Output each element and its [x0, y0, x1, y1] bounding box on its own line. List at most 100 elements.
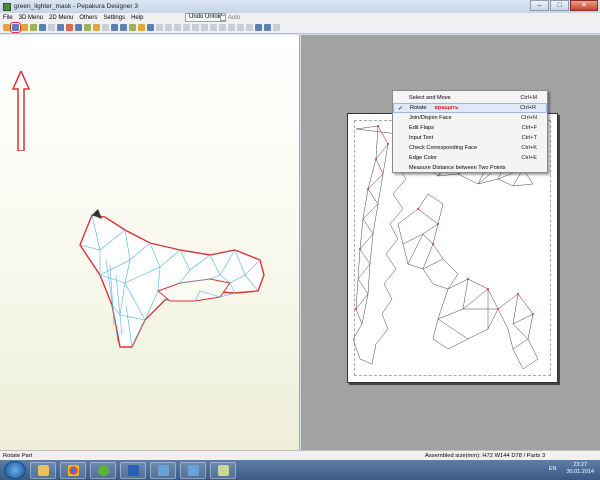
align11-icon[interactable] [246, 24, 253, 31]
zoom2-icon[interactable] [264, 24, 271, 31]
ctx-shortcut: Ctrl+M [520, 95, 537, 101]
menu-2d[interactable]: 2D Menu [49, 15, 73, 21]
align8-icon[interactable] [219, 24, 226, 31]
taskbar-utorrent[interactable] [90, 461, 116, 479]
status-right: Assembled size(mm): H72 W144 D78 / Parts… [425, 452, 546, 459]
pepakura2-icon [187, 464, 199, 476]
ctx-select-move[interactable]: Select and Move Ctrl+M [393, 93, 547, 103]
auto-checkbox[interactable] [220, 14, 226, 21]
join-icon[interactable] [120, 24, 127, 31]
taskbar-pepakura-2[interactable] [180, 461, 206, 479]
mask-3d-model[interactable] [70, 205, 270, 355]
ctx-measure-distance[interactable]: Measure Distance between Two Points [393, 163, 547, 173]
align5-icon[interactable] [192, 24, 199, 31]
menu-bar: File 3D Menu 2D Menu Others Settings Hel… [0, 13, 600, 22]
align-icon[interactable] [156, 24, 163, 31]
ctx-label: Join/Disjoin Face [409, 115, 452, 121]
ctx-shortcut: Ctrl+T [521, 135, 537, 141]
menu-others[interactable]: Others [79, 15, 97, 21]
tool-icon[interactable] [66, 24, 73, 31]
fold-icon[interactable] [75, 24, 82, 31]
separator-icon [48, 24, 55, 31]
menu-settings[interactable]: Settings [103, 15, 125, 21]
title-bar: green_lighter_mask - Pepakura Designer 3… [0, 0, 600, 13]
close-button[interactable]: ✕ [570, 0, 598, 11]
ctx-label: Check Corresponding Face [409, 145, 478, 151]
flap-icon[interactable] [129, 24, 136, 31]
rotate-icon[interactable] [57, 24, 64, 31]
align2-icon[interactable] [165, 24, 172, 31]
ctx-shortcut: Ctrl+R [519, 105, 536, 111]
ctx-label: Rotate [410, 105, 427, 111]
ctx-edge-color[interactable]: Edge Color Ctrl+E [393, 153, 547, 163]
utorrent-icon [97, 464, 109, 476]
window-controls: – □ ✕ [529, 0, 598, 11]
ctx-shortcut: Ctrl+F [521, 125, 537, 131]
ctx-shortcut: Ctrl+E [521, 155, 537, 161]
view-icon[interactable] [39, 24, 46, 31]
status-bar: Rotate Part Assembled size(mm): H72 W144… [0, 450, 600, 460]
ctx-join-disjoin[interactable]: Join/Disjoin Face Ctrl+N [393, 113, 547, 123]
3d-view-pane[interactable] [0, 35, 300, 450]
ctx-note: вращать [434, 105, 459, 111]
ctx-label: Measure Distance between Two Points [409, 165, 506, 171]
folder-icon [37, 464, 49, 476]
taskbar-paint[interactable] [210, 461, 236, 479]
window-title: green_lighter_mask - Pepakura Designer 3 [14, 3, 138, 10]
chrome-icon [67, 464, 79, 476]
context-menu: Select and Move Ctrl+M ✓ Rotate вращать … [392, 90, 548, 173]
menu-file[interactable]: File [3, 15, 13, 21]
language-indicator[interactable]: EN [549, 466, 557, 472]
edge-icon[interactable] [147, 24, 154, 31]
texture-icon[interactable] [30, 24, 37, 31]
taskbar-chrome[interactable] [60, 461, 86, 479]
paint-icon [217, 464, 229, 476]
ctx-input-text[interactable]: Input Text Ctrl+T [393, 133, 547, 143]
align6-icon[interactable] [201, 24, 208, 31]
layout-icon[interactable] [93, 24, 100, 31]
taskbar-pepakura-1[interactable] [150, 461, 176, 479]
ctx-rotate[interactable]: ✓ Rotate вращать Ctrl+R [393, 103, 547, 113]
ctx-label: Edge Color [409, 155, 437, 161]
ctx-label: Edit Flaps [409, 125, 434, 131]
unfold-icon[interactable] [21, 24, 28, 31]
auto-label: Auto [228, 14, 241, 21]
align10-icon[interactable] [237, 24, 244, 31]
open-icon[interactable] [3, 24, 10, 31]
status-left: Rotate Part [3, 452, 33, 459]
check-icon: ✓ [398, 105, 404, 112]
zoom-icon[interactable] [255, 24, 262, 31]
start-button[interactable] [4, 461, 26, 479]
ctx-check-face[interactable]: Check Corresponding Face Ctrl+K [393, 143, 547, 153]
select-move-icon[interactable] [10, 22, 21, 33]
clock[interactable]: 23:27 30.01.2014 [566, 462, 594, 476]
move-icon[interactable] [111, 24, 118, 31]
ctx-shortcut: Ctrl+K [521, 145, 537, 151]
ctx-label: Input Text [409, 135, 434, 141]
clock-time: 23:27 [573, 462, 588, 468]
auto-toggle[interactable]: Auto [220, 13, 240, 22]
align7-icon[interactable] [210, 24, 217, 31]
ctx-label: Select and Move [409, 95, 451, 101]
maximize-button[interactable]: □ [550, 0, 569, 11]
paint-icon[interactable] [84, 24, 91, 31]
pepakura-icon [157, 464, 169, 476]
red-arrow-annotation [12, 71, 30, 151]
ctx-shortcut: Ctrl+N [520, 115, 537, 121]
system-tray: EN 23:27 30.01.2014 [549, 462, 594, 476]
ctx-edit-flaps[interactable]: Edit Flaps Ctrl+F [393, 123, 547, 133]
align9-icon[interactable] [228, 24, 235, 31]
word-icon [127, 464, 139, 476]
grid-icon[interactable] [273, 24, 280, 31]
align4-icon[interactable] [183, 24, 190, 31]
align3-icon[interactable] [174, 24, 181, 31]
menu-3d[interactable]: 3D Menu [19, 15, 43, 21]
clock-date: 30.01.2014 [566, 469, 594, 475]
text-icon[interactable] [138, 24, 145, 31]
taskbar-word[interactable] [120, 461, 146, 479]
minimize-button[interactable]: – [530, 0, 549, 11]
separator2-icon [102, 24, 109, 31]
menu-help[interactable]: Help [131, 15, 143, 21]
toolbar [0, 22, 600, 34]
taskbar-explorer[interactable] [30, 461, 56, 479]
